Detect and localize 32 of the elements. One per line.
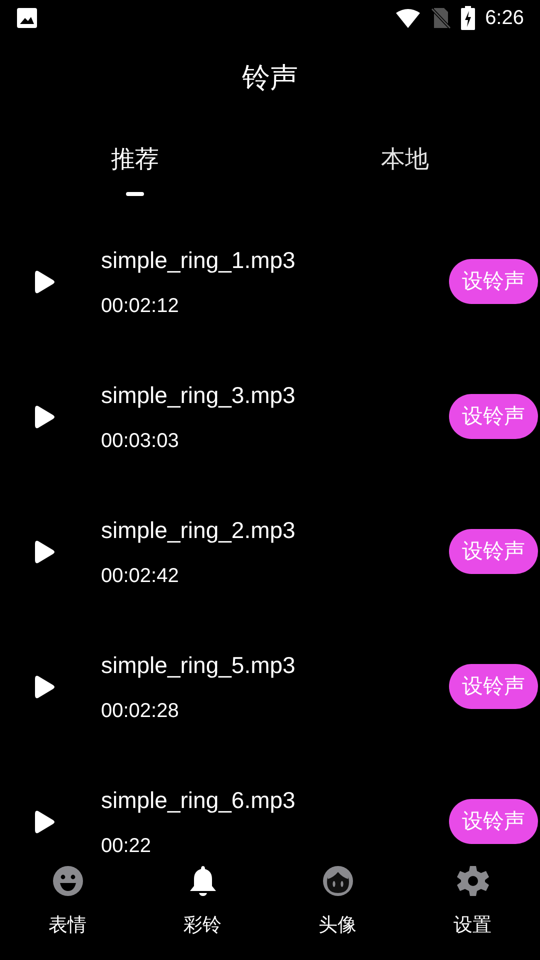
play-icon[interactable] <box>34 808 56 834</box>
settings-icon <box>456 865 488 897</box>
smiley-icon <box>52 865 84 897</box>
ringtone-duration: 00:03:03 <box>101 428 180 454</box>
battery-charging-icon <box>461 6 476 30</box>
play-icon[interactable] <box>34 268 56 294</box>
play-icon[interactable] <box>34 538 56 564</box>
ringtone-name: simple_ring_6.mp3 <box>101 786 296 814</box>
play-icon[interactable] <box>34 674 56 700</box>
ringtone-duration: 00:22 <box>101 834 152 858</box>
nav-tab[interactable]: 表情 <box>0 862 135 960</box>
ringtone-name: simple_ring_1.mp3 <box>101 246 296 274</box>
ringtone-duration: 00:02:12 <box>101 294 180 318</box>
play-icon[interactable] <box>34 404 56 430</box>
ringtone-name: simple_ring_3.mp3 <box>101 380 296 410</box>
status-time: 6:26 <box>485 6 524 31</box>
ringtone-duration: 00:02:28 <box>101 698 180 724</box>
nav-tab[interactable]: 彩铃 <box>135 862 270 960</box>
ringtone-name: simple_ring_2.mp3 <box>101 516 296 544</box>
nav-tab[interactable]: 头像 <box>270 862 405 960</box>
tab-indicator <box>126 192 144 196</box>
ringtone-duration: 00:02:42 <box>101 564 180 588</box>
tab[interactable]: 推荐 <box>111 142 159 178</box>
image-icon <box>16 7 38 29</box>
ringtone-name: simple_ring_5.mp3 <box>101 650 296 680</box>
tab[interactable]: 本地 <box>381 142 429 178</box>
nav-tab[interactable]: 设置 <box>405 862 540 960</box>
wifi-icon <box>395 8 422 28</box>
face-avatar-icon <box>322 865 354 897</box>
no-sim-icon <box>431 7 452 29</box>
bell-icon <box>188 865 218 897</box>
page-title: 铃声 <box>242 61 298 95</box>
